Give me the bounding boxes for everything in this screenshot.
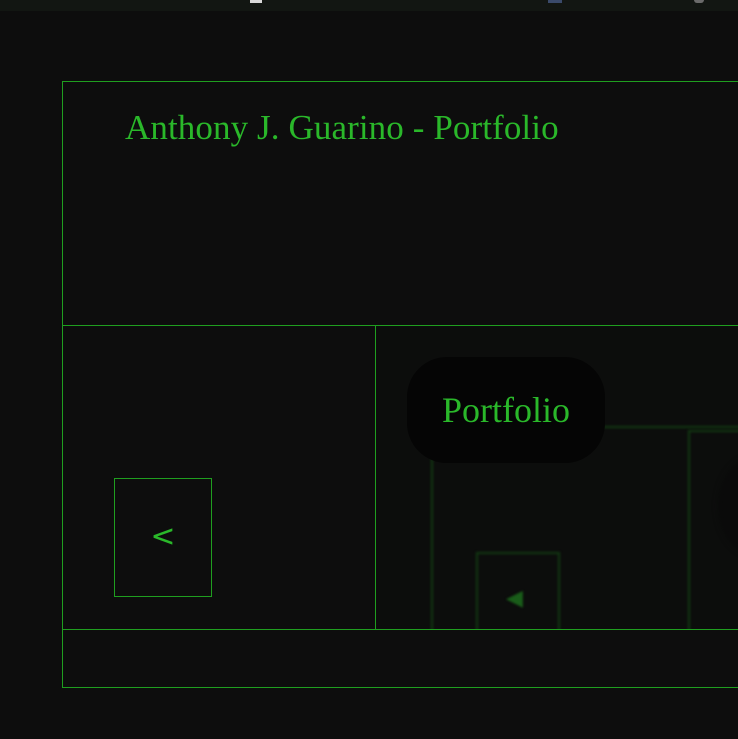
page-title: Anthony J. Guarino - Portfolio — [125, 108, 559, 147]
browser-top-strip — [0, 0, 738, 11]
toolbar-fragment — [548, 0, 562, 3]
toolbar-fragment — [250, 0, 262, 3]
navigation-panel — [62, 325, 376, 630]
previous-button[interactable]: < — [114, 478, 212, 597]
portfolio-label: Portfolio — [407, 357, 605, 463]
preview-ghost-arrow-icon: ◀ — [506, 586, 523, 611]
toolbar-fragment — [694, 0, 704, 3]
